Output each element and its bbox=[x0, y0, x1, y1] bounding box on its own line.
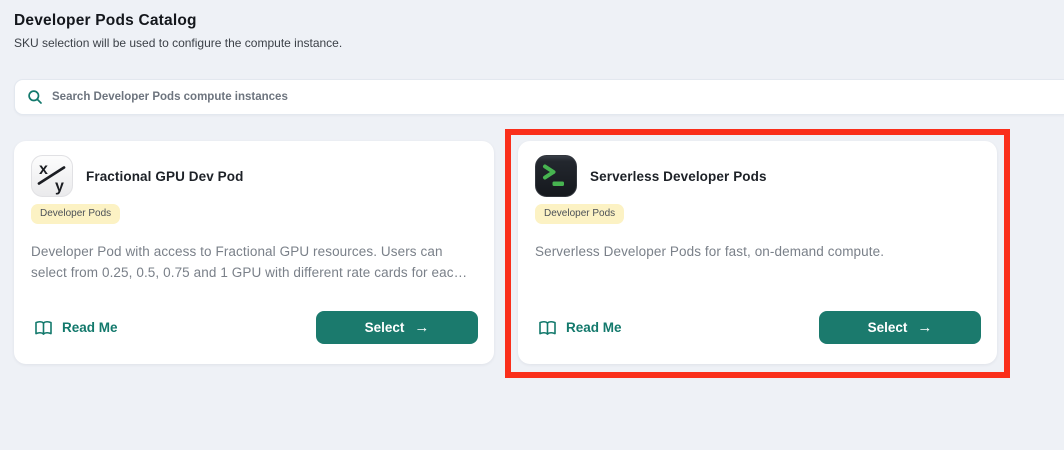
card-header: Serverless Developer Pods bbox=[535, 155, 981, 197]
card-title: Fractional GPU Dev Pod bbox=[86, 168, 244, 184]
card-description: Developer Pod with access to Fractional … bbox=[31, 244, 468, 280]
open-book-icon bbox=[35, 320, 52, 335]
terminal-icon bbox=[535, 155, 577, 197]
read-me-link[interactable]: Read Me bbox=[538, 320, 622, 336]
page-subtitle: SKU selection will be used to configure … bbox=[14, 36, 343, 50]
open-book-icon bbox=[539, 320, 556, 335]
card-footer: Read Me Select → bbox=[31, 311, 478, 344]
svg-text:x: x bbox=[39, 161, 48, 178]
svg-text:y: y bbox=[55, 178, 64, 195]
card-title: Serverless Developer Pods bbox=[590, 168, 767, 184]
card-footer: Read Me Select → bbox=[535, 311, 981, 344]
card-serverless-developer-pods: Serverless Developer Pods Developer Pods… bbox=[518, 141, 997, 364]
category-badge: Developer Pods bbox=[535, 204, 625, 224]
arrow-right-icon: → bbox=[917, 318, 933, 336]
search-icon bbox=[28, 90, 42, 104]
search-bar[interactable] bbox=[14, 79, 1064, 115]
select-button[interactable]: Select → bbox=[819, 311, 981, 344]
read-me-link[interactable]: Read Me bbox=[34, 320, 118, 336]
page-title: Developer Pods Catalog bbox=[14, 12, 197, 29]
select-label: Select bbox=[364, 320, 405, 335]
search-input[interactable] bbox=[52, 91, 1063, 103]
card-fractional-gpu-dev-pod: x y Fractional GPU Dev Pod Developer Pod… bbox=[14, 141, 494, 364]
fraction-xy-icon: x y bbox=[31, 155, 73, 197]
select-button[interactable]: Select → bbox=[316, 311, 478, 344]
read-me-label: Read Me bbox=[62, 320, 118, 335]
read-me-label: Read Me bbox=[566, 320, 622, 335]
arrow-right-icon: → bbox=[414, 318, 430, 336]
page-header: Developer Pods Catalog SKU selection wil… bbox=[14, 12, 342, 50]
category-badge: Developer Pods bbox=[31, 204, 121, 224]
select-label: Select bbox=[867, 320, 908, 335]
card-header: x y Fractional GPU Dev Pod bbox=[31, 155, 478, 197]
card-description: Serverless Developer Pods for fast, on-d… bbox=[535, 244, 885, 259]
